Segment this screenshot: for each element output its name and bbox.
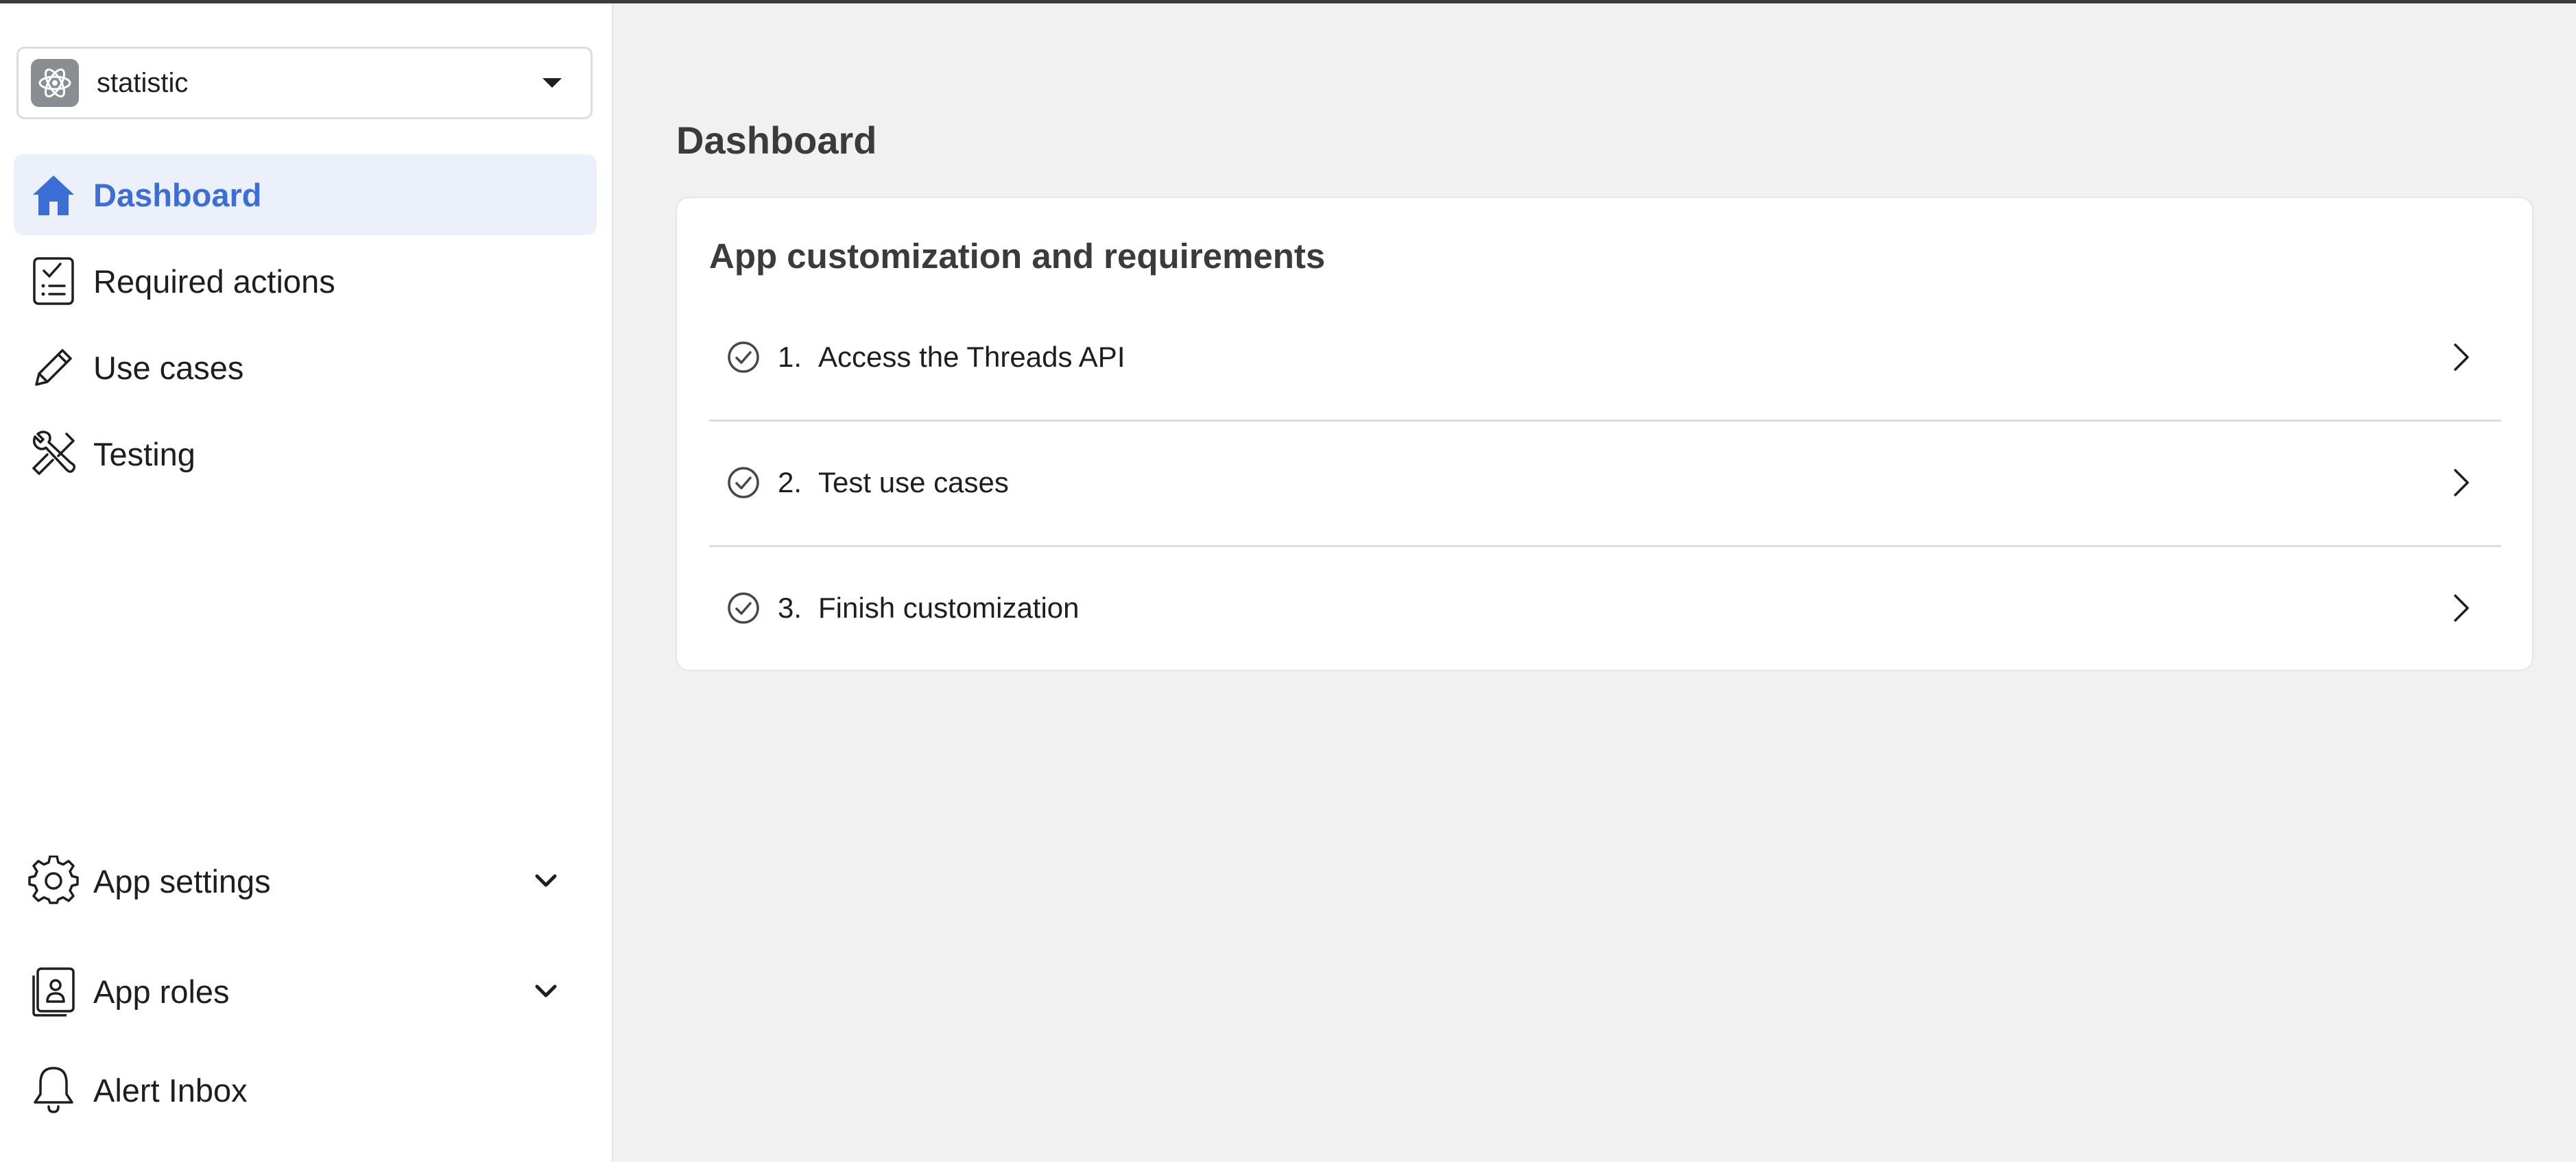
sidebar: statistic Dashboard Required actions Use… — [0, 0, 613, 1162]
chevron-right-icon — [2448, 465, 2475, 500]
sidebar-item-label: Use cases — [93, 349, 244, 386]
chevron-right-icon — [2448, 340, 2475, 374]
chevron-right-icon — [2448, 591, 2475, 625]
sidebar-item-app-settings[interactable]: App settings — [14, 840, 597, 921]
step-finish-customization[interactable]: 3. Finish customization — [709, 545, 2501, 670]
tools-icon — [27, 428, 80, 480]
step-access-threads-api[interactable]: 1. Access the Threads API — [709, 294, 2501, 422]
check-circle-icon — [726, 590, 761, 626]
sidebar-item-alert-inbox[interactable]: Alert Inbox — [14, 1050, 597, 1130]
step-label: Access the Threads API — [818, 340, 1125, 373]
sidebar-item-dashboard[interactable]: Dashboard — [14, 154, 597, 235]
sidebar-item-testing[interactable]: Testing — [14, 413, 597, 494]
sidebar-item-label: Required actions — [93, 263, 335, 300]
check-circle-icon — [726, 465, 761, 500]
sidebar-item-label: Testing — [93, 435, 195, 472]
page-title: Dashboard — [676, 119, 877, 162]
caret-down-icon — [542, 78, 562, 88]
step-number: 1. — [778, 340, 802, 373]
step-label: Test use cases — [818, 465, 1009, 498]
sidebar-item-label: Dashboard — [93, 176, 262, 213]
app-selector-dropdown[interactable]: statistic — [16, 47, 593, 119]
home-icon — [27, 169, 80, 221]
sidebar-item-use-cases[interactable]: Use cases — [14, 327, 597, 408]
step-label: Finish customization — [818, 591, 1080, 624]
step-number: 3. — [778, 591, 802, 624]
sidebar-item-app-roles[interactable]: App roles — [14, 951, 597, 1032]
customization-card: App customization and requirements 1. Ac… — [676, 197, 2533, 671]
sidebar-item-required-actions[interactable]: Required actions — [14, 241, 597, 322]
pencil-icon — [27, 341, 80, 394]
atom-icon — [31, 59, 79, 107]
chevron-down-icon — [532, 978, 560, 1005]
sidebar-item-label: App roles — [93, 973, 230, 1010]
chevron-down-icon — [532, 867, 560, 895]
card-title: App customization and requirements — [709, 237, 1326, 276]
sidebar-item-label: Alert Inbox — [93, 1072, 248, 1109]
checklist-icon — [27, 255, 80, 307]
bell-icon — [27, 1064, 80, 1116]
step-test-use-cases[interactable]: 2. Test use cases — [709, 420, 2501, 547]
id-badge-icon — [27, 965, 80, 1017]
top-border — [0, 0, 2576, 3]
step-number: 2. — [778, 465, 802, 498]
sidebar-item-label: App settings — [93, 862, 271, 899]
app-name: statistic — [97, 67, 189, 98]
gear-icon — [27, 855, 80, 907]
check-circle-icon — [726, 339, 761, 375]
